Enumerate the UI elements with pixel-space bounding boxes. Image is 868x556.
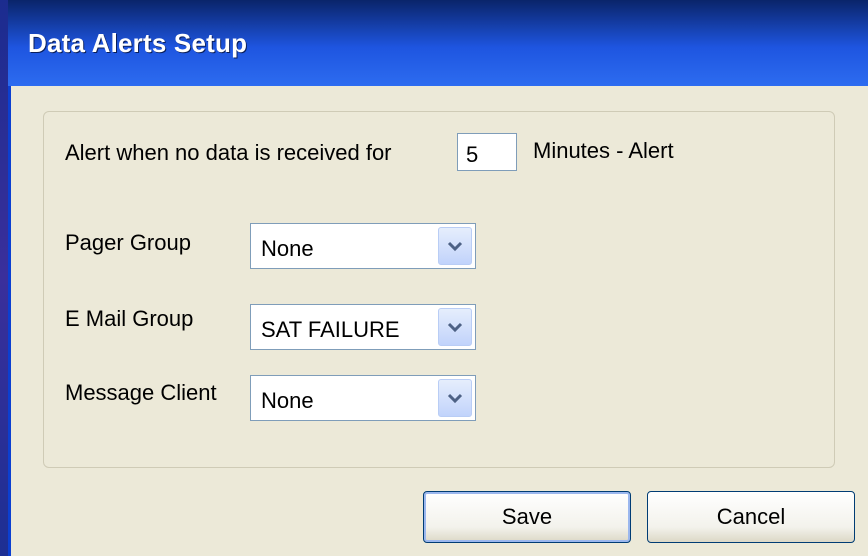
message-client-label: Message Client	[65, 380, 217, 405]
minutes-input[interactable]: 5	[457, 133, 517, 171]
chevron-down-icon[interactable]	[438, 379, 472, 417]
dialog-window: Data Alerts Setup Alert when no data is …	[8, 0, 868, 556]
email-group-select[interactable]: SAT FAILURE	[250, 304, 476, 350]
pager-group-select[interactable]: None	[250, 223, 476, 269]
message-client-value: None	[261, 388, 314, 413]
dialog-body: Alert when no data is received for 5 Min…	[8, 86, 868, 556]
pager-group-label: Pager Group	[65, 230, 191, 255]
pager-group-value: None	[261, 236, 314, 261]
alert-prefix-label: Alert when no data is received for	[65, 140, 392, 165]
chevron-down-icon[interactable]	[438, 308, 472, 346]
email-group-label: E Mail Group	[65, 306, 194, 331]
chevron-down-icon[interactable]	[438, 227, 472, 265]
save-button[interactable]: Save	[423, 491, 631, 543]
window-title: Data Alerts Setup	[28, 28, 248, 58]
cancel-button[interactable]: Cancel	[647, 491, 855, 543]
email-group-value: SAT FAILURE	[261, 317, 400, 342]
title-bar[interactable]: Data Alerts Setup	[8, 0, 868, 86]
message-client-select[interactable]: None	[250, 375, 476, 421]
alert-suffix-label: Minutes - Alert	[533, 138, 674, 163]
